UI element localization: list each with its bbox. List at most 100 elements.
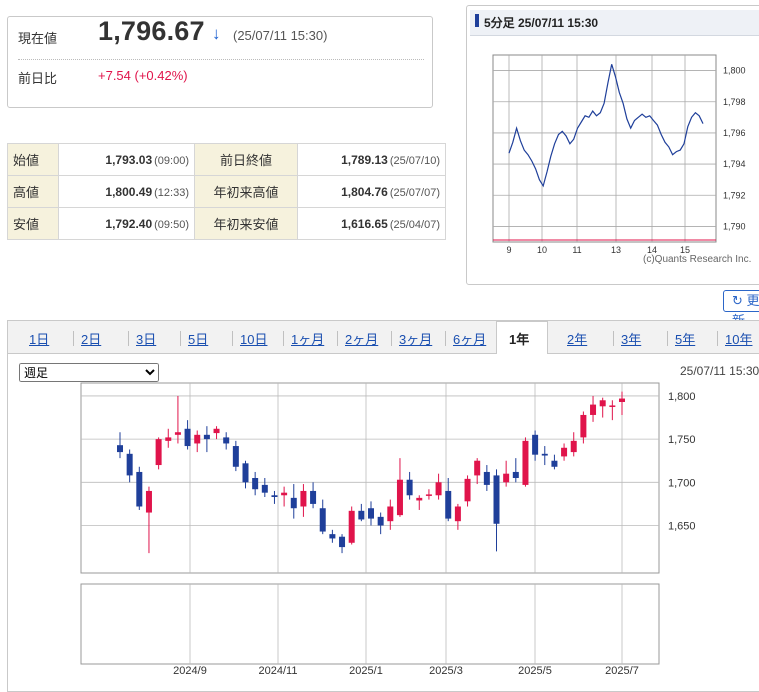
y-tick-label: 1,798 xyxy=(723,97,746,107)
y-tick-label: 1,800 xyxy=(723,66,746,76)
tab-4[interactable]: 5日 xyxy=(188,329,208,348)
tab-separator xyxy=(445,331,446,346)
header-marker-icon xyxy=(475,14,479,27)
candle-body xyxy=(319,508,326,532)
low-label: 安値 xyxy=(7,207,59,240)
candle-body xyxy=(561,447,568,457)
current-price-label: 現在値 xyxy=(18,31,58,46)
ytd-low-label: 年初来安値 xyxy=(194,207,298,240)
candle-body xyxy=(406,479,413,496)
x-tick-label: 2024/9 xyxy=(173,665,207,677)
tab-separator xyxy=(73,331,74,346)
candle-body xyxy=(165,437,172,441)
tab-separator xyxy=(232,331,233,346)
candle-body xyxy=(551,460,558,467)
candle-body xyxy=(541,453,548,456)
candle-body xyxy=(290,497,297,509)
candle-body xyxy=(580,414,587,438)
candle-body xyxy=(358,510,365,520)
x-tick-label: 2024/11 xyxy=(259,665,298,677)
tab-13[interactable]: 5年 xyxy=(675,329,695,348)
tab-separator xyxy=(337,331,338,346)
candle-body xyxy=(590,404,597,415)
tab-9[interactable]: 6ヶ月 xyxy=(453,329,486,348)
tab-separator xyxy=(180,331,181,346)
high-value: 1,800.49 (12:33) xyxy=(58,175,195,208)
candle-body xyxy=(174,432,181,435)
candle-body xyxy=(609,405,616,407)
tab-7[interactable]: 2ヶ月 xyxy=(345,329,378,348)
tab-14[interactable]: 10年 xyxy=(725,329,752,348)
open-time: (09:00) xyxy=(154,154,189,167)
y-tick-label: 1,700 xyxy=(668,477,696,489)
candlestick-chart: 2024/9 2024/11 2025/1 2025/3 2025/5 2025/7 1,8… xyxy=(80,382,696,677)
change-label: 前日比 xyxy=(18,71,58,86)
candle-body xyxy=(242,463,249,483)
tab-2[interactable]: 2日 xyxy=(81,329,101,348)
candle-body xyxy=(464,478,471,502)
open-label: 始値 xyxy=(7,143,59,176)
ytd-high-price: 1,804.76 xyxy=(341,184,388,199)
x-tick-label: 13 xyxy=(611,245,621,255)
intraday-chart-title: 5分足 25/07/11 15:30 xyxy=(484,16,599,30)
table-row: 始値 1,793.03 (09:00) 前日終値 1,789.13 (25/07/1… xyxy=(7,143,446,176)
candle-body xyxy=(117,445,123,453)
candle-body xyxy=(493,475,500,524)
prev-close-label: 前日終値 xyxy=(194,143,298,176)
tab-separator xyxy=(283,331,284,346)
table-row: 安値 1,792.40 (09:50) 年初来安値 1,616.65 (25/04/… xyxy=(7,207,446,240)
intraday-plot-frame xyxy=(492,54,717,243)
tab-12[interactable]: 3年 xyxy=(621,329,641,348)
candle-body xyxy=(261,484,268,493)
candle-body xyxy=(454,506,461,522)
ytd-high-value: 1,804.76 (25/07/07) xyxy=(297,175,446,208)
chart-timestamp: 25/07/11 15:30 xyxy=(680,364,759,378)
candle-body xyxy=(203,434,210,440)
tab-8[interactable]: 3ヶ月 xyxy=(399,329,432,348)
x-tick-label: 11 xyxy=(572,245,581,255)
high-label: 高値 xyxy=(7,175,59,208)
tab-6[interactable]: 1ヶ月 xyxy=(291,329,324,348)
candle-body xyxy=(252,478,259,490)
candle-body xyxy=(503,473,510,483)
x-tick-label: 2025/1 xyxy=(349,665,383,677)
period-tab-bar xyxy=(8,321,759,354)
tab-separator xyxy=(391,331,392,346)
tab-5[interactable]: 10日 xyxy=(240,329,267,348)
candle-body xyxy=(387,506,394,522)
low-value: 1,792.40 (09:50) xyxy=(58,207,195,240)
prev-close-value: 1,789.13 (25/07/10) xyxy=(297,143,446,176)
candle-body xyxy=(619,398,625,402)
low-price: 1,792.40 xyxy=(105,216,153,231)
tab-separator xyxy=(613,331,614,346)
candle-body xyxy=(368,508,374,519)
candle-body xyxy=(396,479,403,516)
high-time: (12:33) xyxy=(154,186,189,199)
tab-1[interactable]: 1日 xyxy=(29,329,49,348)
tab-11[interactable]: 2年 xyxy=(567,329,587,348)
candle-body xyxy=(348,510,355,543)
candle-body xyxy=(532,434,539,455)
y-tick-label: 1,794 xyxy=(723,159,746,169)
tab-separator xyxy=(128,331,129,346)
current-price-time: (25/07/11 15:30) xyxy=(233,28,328,43)
candle-body xyxy=(145,490,152,513)
candle-body xyxy=(136,471,143,507)
down-arrow-icon: ↓ xyxy=(212,24,221,43)
tab-3[interactable]: 3日 xyxy=(136,329,156,348)
y-tick-label: 1,790 xyxy=(723,221,746,231)
candle-body xyxy=(445,490,452,519)
y-tick-label: 1,796 xyxy=(723,128,746,138)
x-tick-label: 2025/5 xyxy=(518,665,552,677)
candle-body xyxy=(425,494,432,496)
change-value: +7.54 (+0.42%) xyxy=(98,68,188,83)
candle-body xyxy=(223,437,230,444)
refresh-button[interactable]: ↻ 更新 xyxy=(723,290,759,328)
prev-close-date: (25/07/10) xyxy=(389,154,440,167)
y-tick-label: 1,800 xyxy=(668,391,696,403)
y-tick-label: 1,650 xyxy=(668,521,696,533)
current-price-value: 1,796.67 xyxy=(98,16,205,46)
tab-10[interactable]: 1年 xyxy=(509,329,529,348)
candle-body xyxy=(483,471,490,485)
candle-body xyxy=(512,471,519,478)
